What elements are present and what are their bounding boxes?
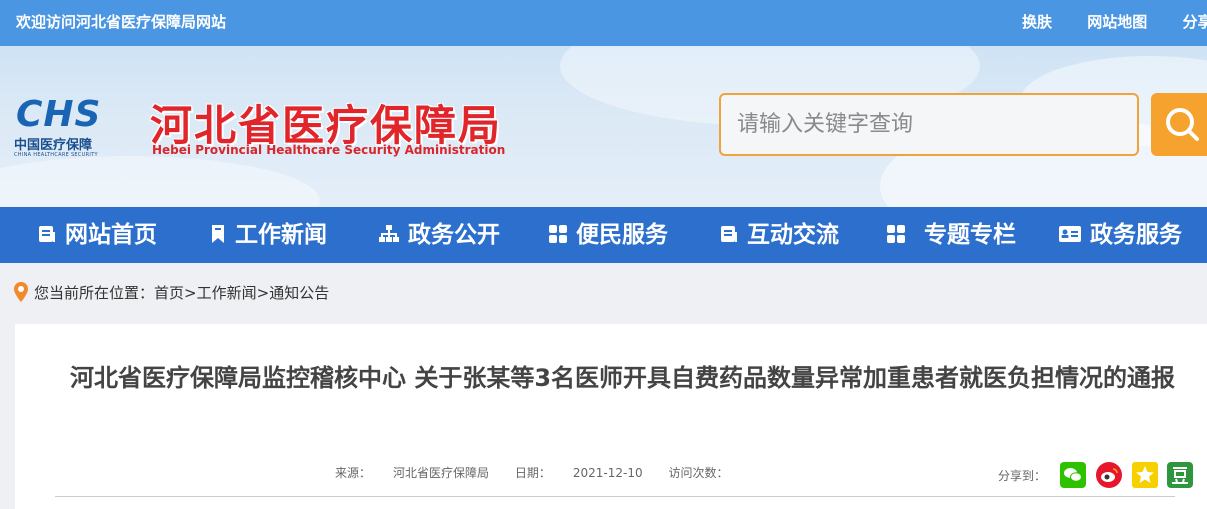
grid-icon [887, 224, 905, 243]
weibo-share-button[interactable] [1095, 462, 1122, 488]
breadcrumb-work-news[interactable]: 工作新闻 [197, 284, 257, 302]
source-label: 来源： [335, 466, 372, 480]
nav-gov-service-label: 政务服务 [1090, 222, 1182, 248]
nav-work-news[interactable]: 工作新闻 [209, 207, 327, 263]
logo-en-text: CHINA HEALTHCARE SECURITY [14, 152, 98, 158]
share-link[interactable]: 分享 [1183, 11, 1207, 32]
nav-public-service[interactable]: 便民服务 [548, 207, 668, 263]
weibo-icon [1095, 462, 1122, 488]
logo-cn-text: 中国医疗保障 [14, 138, 93, 153]
welcome-text: 欢迎访问河北省医疗保障局网站 [16, 13, 227, 31]
header-banner: CHS 中国医疗保障 CHINA HEALTHCARE SECURITY 河北省… [0, 46, 1207, 207]
grid-icon [549, 224, 567, 243]
date-label: 日期： [514, 466, 551, 480]
douban-icon [1167, 462, 1194, 488]
bookmark-icon [212, 224, 224, 243]
nav-public-service-label: 便民服务 [576, 222, 668, 248]
nav-interaction[interactable]: 互动交流 [719, 207, 839, 263]
sitemap-link[interactable]: 网站地图 [1087, 11, 1147, 32]
nav-interaction-label: 互动交流 [747, 222, 839, 248]
search-input[interactable] [719, 93, 1139, 156]
article-title: 河北省医疗保障局监控稽核中心 关于张某等3名医师开具自费药品数量异常加重患者就医… [69, 364, 1176, 392]
share-label: 分享到： [998, 468, 1047, 483]
source-value: 河北省医疗保障局 [393, 466, 490, 480]
wechat-share-button[interactable] [1059, 462, 1086, 488]
breadcrumb-prefix: 您当前所在位置： [34, 284, 155, 302]
search-icon [1166, 108, 1199, 141]
main-nav: 网站首页 工作新闻 政务公开 便民服务 互动交流 专题专栏 政务服务 [0, 207, 1207, 263]
qzone-star-icon [1131, 462, 1158, 488]
search-button[interactable] [1151, 93, 1207, 156]
logo-abbr: CHS [16, 94, 102, 135]
breadcrumb-notices[interactable]: 通知公告 [269, 284, 329, 302]
wechat-icon [1059, 462, 1086, 488]
article-card: 河北省医疗保障局监控稽核中心 关于张某等3名医师开具自费药品数量异常加重患者就医… [15, 324, 1207, 509]
nav-gov-affairs[interactable]: 政务公开 [378, 207, 500, 263]
location-pin-icon [14, 282, 28, 302]
breadcrumb-home[interactable]: 首页 [154, 284, 184, 302]
douban-share-button[interactable] [1167, 462, 1194, 488]
nav-home-label: 网站首页 [65, 222, 157, 248]
nav-special-topics-label: 专题专栏 [924, 222, 1016, 248]
top-bar: 欢迎访问河北省医疗保障局网站 换肤 网站地图 分享 [0, 0, 1207, 46]
breadcrumb-separator: > [256, 284, 270, 302]
skin-link[interactable]: 换肤 [1022, 11, 1052, 32]
nav-special-topics[interactable]: 专题专栏 [886, 207, 1016, 263]
nav-gov-service[interactable]: 政务服务 [1058, 207, 1182, 263]
breadcrumb: 您当前所在位置：首页>工作新闻>通知公告 [14, 282, 329, 303]
qzone-share-button[interactable] [1131, 462, 1158, 488]
nav-work-news-label: 工作新闻 [235, 222, 327, 248]
id-card-icon [1059, 225, 1081, 242]
nav-gov-affairs-label: 政务公开 [408, 222, 500, 248]
site-subtitle: Hebei Provincial Healthcare Security Adm… [152, 143, 506, 157]
chs-logo[interactable]: CHS 中国医疗保障 CHINA HEALTHCARE SECURITY [14, 94, 130, 166]
top-links: 换肤 网站地图 分享 [1022, 11, 1207, 32]
visits-label: 访问次数： [668, 466, 729, 480]
sitemap-icon [379, 224, 399, 242]
meta-divider [55, 496, 1175, 497]
nav-home[interactable]: 网站首页 [37, 207, 157, 263]
document-icon [721, 225, 737, 242]
date-value: 2021-12-10 [572, 466, 643, 480]
share-bar: 分享到： [998, 462, 1194, 488]
breadcrumb-separator: > [184, 284, 197, 302]
document-icon [39, 225, 55, 242]
article-meta: 来源： 河北省医疗保障局 日期： 2021-12-10 访问次数： [335, 464, 750, 481]
